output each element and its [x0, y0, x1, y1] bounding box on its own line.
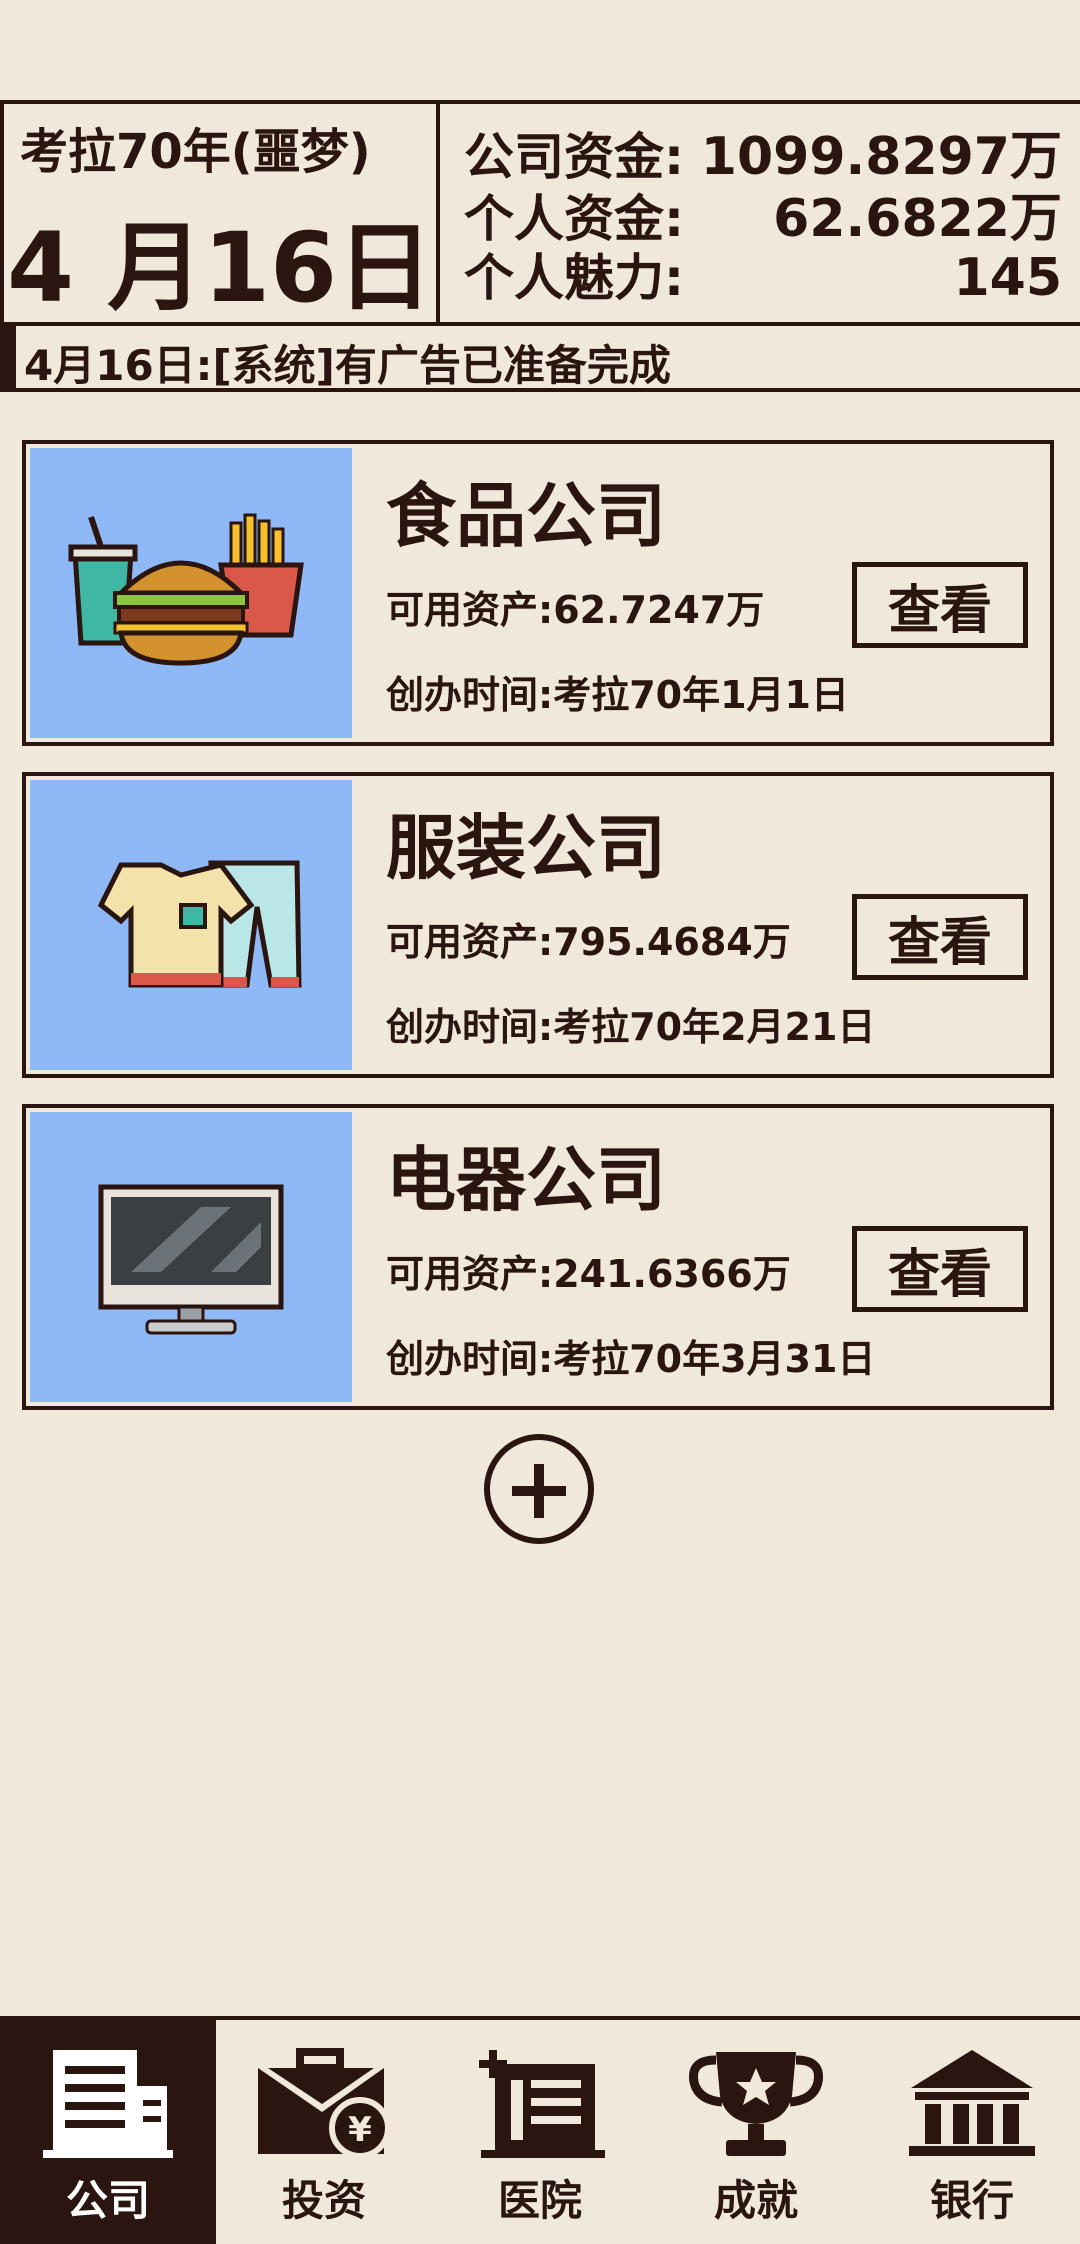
- view-clothing-company-button[interactable]: 查看: [852, 894, 1028, 980]
- company-image-clothing: [30, 780, 352, 1070]
- company-founded: 创办时间:考拉70年2月21日: [386, 1005, 876, 1049]
- message-ticker: 4月16日:[系统]有广告已准备完成: [0, 326, 1080, 392]
- briefcase-yen-icon: ¥: [258, 2048, 391, 2159]
- clothes-icon: [97, 860, 302, 988]
- trophy-icon: [688, 2052, 824, 2156]
- charisma-label: 个人魅力:: [464, 249, 684, 307]
- company-assets: 可用资产:62.7247万: [386, 588, 765, 632]
- status-header: 考拉70年(噩梦) 4 月16日 公司资金: 1099.8297万 个人资金: …: [0, 100, 1080, 326]
- company-card-electronics: 电器公司 可用资产:241.6366万 创办时间:考拉70年3月31日 查看: [22, 1104, 1054, 1410]
- company-image-food: [30, 448, 352, 738]
- monitor-icon: [98, 1184, 284, 1335]
- nav-label-company: 公司: [65, 2176, 150, 2225]
- view-electronics-company-button[interactable]: 查看: [852, 1226, 1028, 1312]
- personal-funds-value: 62.6822万: [773, 189, 1062, 249]
- company-card-clothing: 服装公司 可用资产:795.4684万 创办时间:考拉70年2月21日 查看: [22, 772, 1054, 1078]
- nav-item-achievement[interactable]: 成就: [648, 2020, 864, 2244]
- year-label: 考拉70年(噩梦): [20, 124, 371, 180]
- company-assets: 可用资产:795.4684万: [386, 920, 791, 964]
- company-name: 食品公司: [386, 475, 666, 557]
- nav-item-company[interactable]: 公司: [0, 2020, 216, 2244]
- nav-item-invest[interactable]: ¥ 投资: [216, 2020, 432, 2244]
- nav-label-invest: 投资: [281, 2176, 366, 2225]
- svg-text:¥: ¥: [348, 2110, 372, 2150]
- view-food-company-button[interactable]: 查看: [852, 562, 1028, 648]
- company-card-food: 食品公司 可用资产:62.7247万 创办时间:考拉70年1月1日 查看: [22, 440, 1054, 746]
- current-date: 4 月16日: [7, 212, 433, 324]
- company-founded: 创办时间:考拉70年3月31日: [386, 1337, 876, 1381]
- nav-label-achievement: 成就: [713, 2176, 798, 2225]
- nav-label-bank: 银行: [929, 2176, 1014, 2225]
- company-name: 电器公司: [386, 1139, 666, 1221]
- company-image-electronics: [30, 1112, 352, 1402]
- company-assets: 可用资产:241.6366万: [386, 1252, 791, 1296]
- ticker-message: 4月16日:[系统]有广告已准备完成: [24, 341, 671, 390]
- company-founded: 创办时间:考拉70年1月1日: [386, 673, 849, 717]
- charisma-value: 145: [953, 248, 1062, 308]
- building-icon: [43, 2050, 173, 2158]
- bottom-nav: 公司 ¥ 投资 医院 成就 银行: [0, 2016, 1080, 2244]
- company-name: 服装公司: [386, 807, 666, 889]
- date-panel: 考拉70年(噩梦) 4 月16日: [0, 104, 440, 324]
- nav-label-hospital: 医院: [497, 2176, 582, 2225]
- hospital-icon: [479, 2050, 605, 2158]
- company-funds-row: 公司资金: 1099.8297万: [464, 114, 1062, 187]
- nav-item-hospital[interactable]: 医院: [432, 2020, 648, 2244]
- ticker-accent: [0, 326, 16, 388]
- stats-panel: 公司资金: 1099.8297万 个人资金: 62.6822万 个人魅力: 14…: [440, 104, 1080, 322]
- bank-icon: [909, 2050, 1035, 2156]
- charisma-row: 个人魅力: 145: [464, 238, 1062, 308]
- add-company-button[interactable]: [484, 1434, 594, 1544]
- nav-item-bank[interactable]: 银行: [864, 2020, 1080, 2244]
- burger-fries-icon: [68, 513, 304, 666]
